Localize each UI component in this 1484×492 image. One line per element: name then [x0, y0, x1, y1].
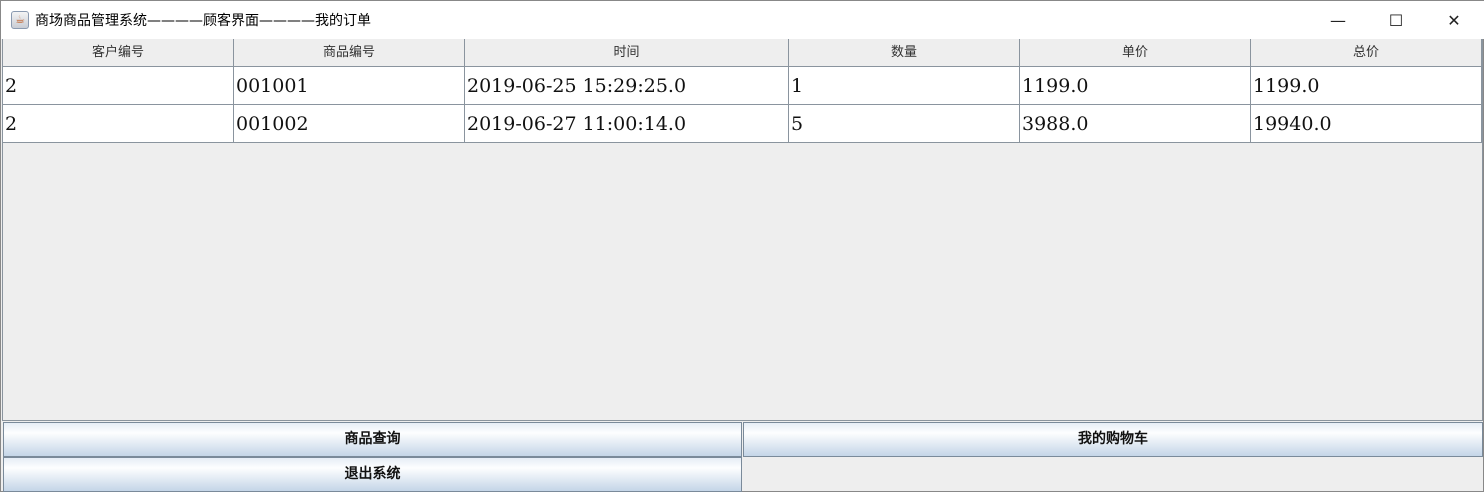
- my-cart-button[interactable]: 我的购物车: [743, 422, 1483, 457]
- table-cell[interactable]: 001001: [234, 67, 465, 105]
- table-cell[interactable]: 2019-06-27 11:00:14.0: [465, 105, 789, 143]
- table-cell[interactable]: 19940.0: [1251, 105, 1482, 143]
- table-cell[interactable]: 2: [3, 67, 234, 105]
- column-header[interactable]: 单价: [1020, 39, 1251, 67]
- column-header[interactable]: 商品编号: [234, 39, 465, 67]
- table-cell[interactable]: 3988.0: [1020, 105, 1251, 143]
- product-search-button[interactable]: 商品查询: [3, 422, 742, 457]
- minimize-icon[interactable]: —: [1309, 1, 1367, 39]
- maximize-icon[interactable]: ☐: [1367, 1, 1425, 39]
- window-title: 商场商品管理系统————顾客界面————我的订单: [35, 13, 371, 29]
- table-cell[interactable]: 2: [3, 105, 234, 143]
- column-header[interactable]: 数量: [789, 39, 1020, 67]
- table-cell[interactable]: 001002: [234, 105, 465, 143]
- title-bar: ☕ 商场商品管理系统————顾客界面————我的订单 — ☐ ✕: [1, 1, 1484, 39]
- table-cell[interactable]: 1199.0: [1020, 67, 1251, 105]
- table-cell[interactable]: 5: [789, 105, 1020, 143]
- table-cell[interactable]: 1: [789, 67, 1020, 105]
- column-header[interactable]: 时间: [465, 39, 789, 67]
- java-app-icon: ☕: [11, 11, 29, 29]
- column-header[interactable]: 总价: [1251, 39, 1482, 67]
- orders-table[interactable]: 客户编号 商品编号 时间 数量 单价 总价 2 001001 2019-06-25 15:29:…: [2, 39, 1483, 421]
- table-cell[interactable]: 1199.0: [1251, 67, 1482, 105]
- close-icon[interactable]: ✕: [1425, 1, 1483, 39]
- table-cell[interactable]: 2019-06-25 15:29:25.0: [465, 67, 789, 105]
- exit-system-button[interactable]: 退出系统: [3, 457, 742, 492]
- column-header[interactable]: 客户编号: [3, 39, 234, 67]
